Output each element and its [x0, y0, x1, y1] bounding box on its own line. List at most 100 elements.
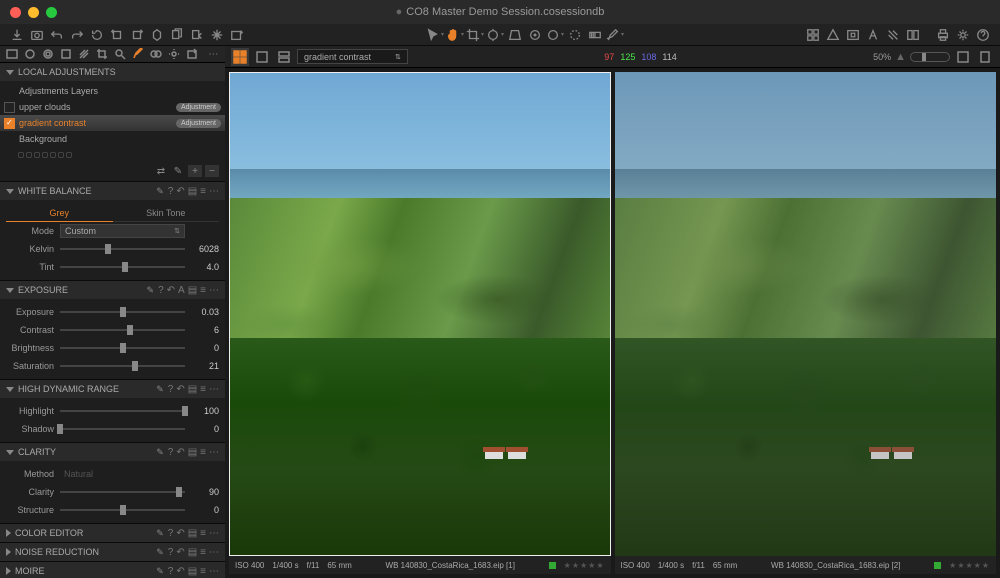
exposure-slider[interactable] [60, 305, 185, 319]
layer-item[interactable]: Background [0, 131, 225, 147]
panel-header[interactable]: EXPOSURE✎ ?↶A▤≡⋯ [0, 281, 225, 299]
panel-white-balance: WHITE BALANCE ✎ ?↶▤≡⋯ GreySkin Tone Mode… [0, 182, 225, 281]
local-adj-tab-icon[interactable] [131, 46, 146, 62]
rotate-left-icon[interactable] [108, 26, 126, 44]
viewer-pane-2[interactable]: ISO 4001/400 sf/1165 mm WB 140830_CostaR… [615, 72, 997, 574]
copy-adjustments-icon[interactable] [168, 26, 186, 44]
view-mode-single-icon[interactable] [231, 48, 249, 66]
panel-moire[interactable]: MOIRE✎?↶▤≡⋯ [0, 562, 225, 578]
rotate-right-icon[interactable] [128, 26, 146, 44]
mask-copy-icon[interactable]: ⇄ [154, 165, 168, 177]
shadow-slider[interactable] [60, 422, 185, 436]
keystone-tool-icon[interactable] [506, 26, 524, 44]
lens-tab-icon[interactable] [40, 46, 55, 62]
print-icon[interactable] [934, 26, 952, 44]
rotate-tool-icon[interactable]: ▾ [486, 26, 504, 44]
spot-tool-icon[interactable] [526, 26, 544, 44]
brush-tool-icon[interactable]: ✎ [171, 165, 185, 177]
color-tag-icon[interactable] [549, 562, 556, 569]
color-tag-icon[interactable] [934, 562, 941, 569]
grid-view-icon[interactable] [804, 26, 822, 44]
reset-icon[interactable] [88, 26, 106, 44]
layer-visibility-checkbox[interactable] [4, 118, 15, 129]
capture-icon[interactable] [28, 26, 46, 44]
panel-header[interactable]: CLARITY✎ ?↶▤≡⋯ [0, 443, 225, 461]
wb-mode-select[interactable]: Custom⇅ [60, 224, 185, 238]
layer-visibility-checkbox[interactable] [4, 102, 15, 113]
contrast-slider[interactable] [60, 323, 185, 337]
variant-reset-icon[interactable] [148, 26, 166, 44]
wb-tab-skintone[interactable]: Skin Tone [113, 204, 220, 222]
highlight-slider[interactable] [60, 404, 185, 418]
close-icon[interactable] [10, 7, 21, 18]
import-icon[interactable] [8, 26, 26, 44]
rgb-readout: 97 125 108 114 [604, 52, 676, 62]
capture-tab-icon[interactable] [22, 46, 37, 62]
saturation-slider[interactable] [60, 359, 185, 373]
zoom-level[interactable]: 50% [873, 52, 891, 62]
panel-header[interactable]: HIGH DYNAMIC RANGE✎ ?↶▤≡⋯ [0, 380, 225, 398]
preset-icon[interactable]: ≡ [200, 186, 206, 197]
exposure-warning-icon[interactable] [824, 26, 842, 44]
metadata-tab-icon[interactable] [167, 46, 182, 62]
crop-tab-icon[interactable] [94, 46, 109, 62]
cursor-select-icon[interactable]: ▾ [426, 26, 444, 44]
maximize-icon[interactable] [46, 7, 57, 18]
before-after-icon[interactable] [904, 26, 922, 44]
wb-tab-grey[interactable]: Grey [6, 204, 113, 222]
kelvin-slider[interactable] [60, 242, 185, 256]
star-rating[interactable]: ★★★★★ [949, 561, 990, 570]
star-rating[interactable]: ★★★★★ [564, 561, 605, 570]
adjustments-tab-icon[interactable] [149, 46, 164, 62]
undo-icon[interactable] [48, 26, 66, 44]
layer-item[interactable]: gradient contrast Adjustment [0, 115, 225, 131]
view-mode-multi-icon[interactable] [253, 48, 271, 66]
color-tab-icon[interactable] [58, 46, 73, 62]
brightness-slider[interactable] [60, 341, 185, 355]
layer-item[interactable]: upper clouds Adjustment [0, 99, 225, 115]
redo-icon[interactable] [68, 26, 86, 44]
proof-icon[interactable] [884, 26, 902, 44]
fullscreen-icon[interactable] [954, 48, 972, 66]
hand-tool-icon[interactable]: ▾ [446, 26, 464, 44]
tint-slider[interactable] [60, 260, 185, 274]
color-label-row [0, 147, 225, 163]
crop-tool-icon[interactable]: ▾ [466, 26, 484, 44]
add-layer-icon[interactable]: + [188, 165, 202, 177]
panel-noise-reduction[interactable]: NOISE REDUCTION✎?↶▤≡⋯ [0, 543, 225, 561]
viewer-pane-1[interactable]: ISO 4001/400 sf/1165 mm WB 140830_CostaR… [229, 72, 611, 574]
mask-erase-icon[interactable] [566, 26, 584, 44]
view-mode-primary-icon[interactable] [275, 48, 293, 66]
focus-mask-icon[interactable] [844, 26, 862, 44]
layer-item[interactable]: Adjustments Layers [0, 83, 225, 99]
paste-adjustments-icon[interactable] [188, 26, 206, 44]
panel-menu-icon[interactable]: ⋯ [209, 186, 219, 197]
copy-icon[interactable]: ▤ [188, 186, 197, 197]
layer-dropdown[interactable]: gradient contrast⇅ [297, 49, 408, 64]
picker-icon[interactable]: ? [168, 186, 174, 197]
details-tab-icon[interactable] [112, 46, 127, 62]
auto-adjust-icon[interactable] [208, 26, 226, 44]
clarity-slider[interactable] [60, 485, 185, 499]
remove-layer-icon[interactable]: − [205, 165, 219, 177]
proof-profile-icon[interactable] [976, 48, 994, 66]
tab-menu-icon[interactable]: ⋯ [206, 46, 221, 62]
panel-color-editor[interactable]: COLOR EDITOR✎?↶▤≡⋯ [0, 524, 225, 542]
library-tab-icon[interactable] [4, 46, 19, 62]
minimize-icon[interactable] [28, 7, 39, 18]
mask-draw-icon[interactable]: ▾ [546, 26, 564, 44]
panel-header[interactable]: WHITE BALANCE ✎ ?↶▤≡⋯ [0, 182, 225, 200]
annotation-icon[interactable] [864, 26, 882, 44]
brush-settings-icon[interactable]: ▾ [606, 26, 624, 44]
export-icon[interactable] [228, 26, 246, 44]
output-tab-icon[interactable] [185, 46, 200, 62]
structure-slider[interactable] [60, 503, 185, 517]
panel-header[interactable]: LOCAL ADJUSTMENTS [0, 63, 225, 81]
preferences-icon[interactable] [954, 26, 972, 44]
exposure-tab-icon[interactable] [76, 46, 91, 62]
main-toolbar: ▾ ▾ ▾ ▾ ▾ ▾ [0, 24, 1000, 46]
gradient-mask-icon[interactable] [586, 26, 604, 44]
help-icon[interactable] [974, 26, 992, 44]
zoom-slider[interactable] [910, 52, 950, 62]
reset-panel-icon[interactable]: ↶ [176, 186, 184, 197]
